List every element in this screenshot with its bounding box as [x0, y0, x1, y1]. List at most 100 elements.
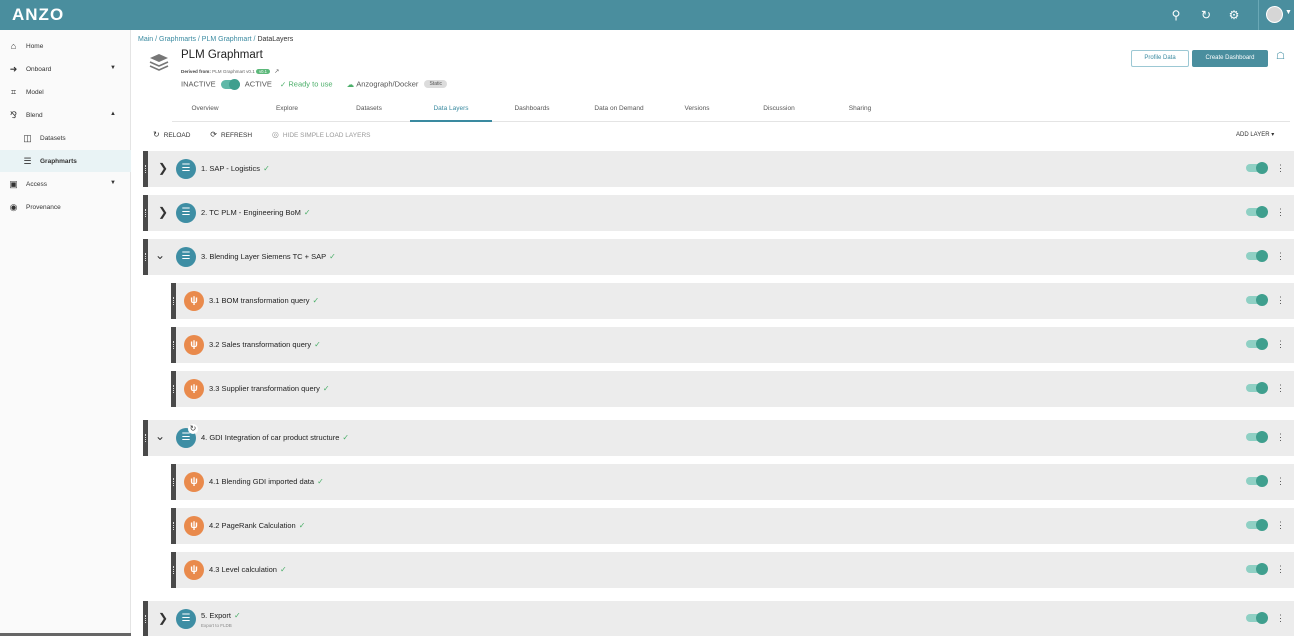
- step-toggle[interactable]: [1246, 338, 1268, 350]
- layer-toggle[interactable]: [1246, 206, 1268, 218]
- more-vert-icon[interactable]: ⋮: [1276, 206, 1285, 218]
- home-icon: ⌂: [10, 41, 17, 51]
- breadcrumb-links[interactable]: Main / Graphmarts / PLM Graphmart /: [138, 36, 257, 43]
- chevron-right-icon[interactable]: ❯: [158, 612, 168, 624]
- more-vert-icon[interactable]: ⋮: [1276, 563, 1285, 575]
- step-toggle[interactable]: [1246, 519, 1268, 531]
- more-vert-icon[interactable]: ⋮: [1276, 431, 1285, 443]
- active-toggle[interactable]: [220, 78, 240, 90]
- tab-discussion[interactable]: Discussion: [746, 98, 812, 122]
- layer-row[interactable]: ❯ ☰ 5. Export ✓ Export to FLDB ⋮: [143, 601, 1294, 636]
- drag-handle[interactable]: [171, 327, 176, 363]
- more-vert-icon[interactable]: ⋮: [1276, 475, 1285, 487]
- tab-overview[interactable]: Overview: [172, 98, 238, 122]
- sidebar-item-model[interactable]: ⌗ Model: [0, 81, 131, 103]
- anzo-logo[interactable]: ANZO: [12, 5, 64, 25]
- query-step-row[interactable]: ψ 3.2 Sales transformation query ✓ ⋮: [171, 327, 1294, 363]
- chevron-right-icon[interactable]: ❯: [158, 162, 168, 174]
- drag-handle[interactable]: [171, 508, 176, 544]
- query-step-row[interactable]: ψ 3.1 BOM transformation query ✓ ⋮: [171, 283, 1294, 319]
- drag-handle[interactable]: [143, 195, 148, 231]
- sidebar-item-blend[interactable]: ⅋ Blend ▲: [0, 104, 131, 126]
- more-vert-icon[interactable]: ⋮: [1276, 382, 1285, 394]
- layer-row[interactable]: ⌄ ☰ 3. Blending Layer Siemens TC + SAP ✓ …: [143, 239, 1294, 275]
- drag-handle[interactable]: [143, 601, 148, 636]
- refresh-button[interactable]: ⟳ REFRESH: [210, 130, 252, 139]
- drag-handle[interactable]: [171, 552, 176, 588]
- more-vert-icon[interactable]: ⋮: [1276, 250, 1285, 262]
- sidebar-item-datasets[interactable]: ◫ Datasets: [0, 127, 131, 149]
- query-icon: ψ: [184, 379, 204, 399]
- derived-value[interactable]: PLM Graphmart v0.1: [212, 69, 255, 74]
- step-toggle[interactable]: [1246, 294, 1268, 306]
- history-icon[interactable]: ↻: [1197, 6, 1215, 24]
- drag-handle[interactable]: [171, 371, 176, 407]
- sidebar-item-graphmarts[interactable]: ☰ Graphmarts: [0, 150, 131, 172]
- more-vert-icon[interactable]: ⋮: [1276, 162, 1285, 174]
- tab-explore[interactable]: Explore: [254, 98, 320, 122]
- drag-handle[interactable]: [143, 239, 148, 275]
- check-circle-icon: ✓: [312, 296, 320, 305]
- layer-toggle[interactable]: [1246, 431, 1268, 443]
- access-icon: ▣: [9, 179, 18, 189]
- tab-dashboards[interactable]: Dashboards: [499, 98, 565, 122]
- refresh-icon: ⟳: [210, 130, 217, 139]
- chevron-down-icon: ▼: [110, 180, 116, 186]
- sidebar-item-onboard[interactable]: ➜ Onboard ▼: [0, 58, 131, 80]
- add-layer-button[interactable]: ADD LAYER ▾: [1236, 131, 1274, 138]
- sidebar-item-provenance[interactable]: ◉ Provenance: [0, 196, 131, 218]
- tab-datasets[interactable]: Datasets: [336, 98, 402, 122]
- layer-row[interactable]: ❯ ☰ 1. SAP - Logistics ✓ ⋮: [143, 151, 1294, 187]
- gear-icon[interactable]: ⚙: [1225, 6, 1243, 24]
- layer-toggle[interactable]: [1246, 250, 1268, 262]
- create-dashboard-button[interactable]: Create Dashboard: [1192, 50, 1268, 67]
- derived-label: Derived from:: [181, 69, 211, 74]
- drag-handle[interactable]: [143, 151, 148, 187]
- hide-simple-load-layers-button[interactable]: ◎ HIDE SIMPLE LOAD LAYERS: [272, 130, 371, 139]
- bookmark-icon[interactable]: ☖: [1276, 51, 1285, 62]
- sidebar-item-access[interactable]: ▣ Access ▼: [0, 173, 131, 195]
- chevron-down-icon[interactable]: ⌄: [155, 430, 165, 442]
- check-circle-icon: ✓: [317, 477, 324, 486]
- tab-sharing[interactable]: Sharing: [827, 98, 893, 122]
- query-step-row[interactable]: ψ 4.3 Level calculation ✓ ⋮: [171, 552, 1294, 588]
- more-vert-icon[interactable]: ⋮: [1276, 294, 1285, 306]
- top-app-bar: ANZO ⚲ ↻ ⚙ ▼: [0, 0, 1294, 30]
- reload-button[interactable]: ↻ RELOAD: [153, 130, 190, 139]
- drag-handle[interactable]: [143, 420, 148, 456]
- layer-toggle[interactable]: [1246, 162, 1268, 174]
- tab-data-on-demand[interactable]: Data on Demand: [579, 98, 659, 122]
- step-toggle[interactable]: [1246, 563, 1268, 575]
- external-link-icon[interactable]: ↗: [274, 68, 279, 75]
- layer-name: 3. Blending Layer Siemens TC + SAP ✓: [201, 252, 336, 261]
- query-step-row[interactable]: ψ 3.3 Supplier transformation query ✓ ⋮: [171, 371, 1294, 407]
- more-vert-icon[interactable]: ⋮: [1276, 612, 1285, 624]
- derived-from: Derived from: PLM Graphmart v0.1 v0.1 ↗: [181, 68, 279, 75]
- layer-toggle[interactable]: [1246, 612, 1268, 624]
- provenance-icon: ◉: [9, 202, 18, 212]
- check-circle-icon: ✓: [329, 252, 336, 261]
- tab-data-layers[interactable]: Data Layers: [410, 98, 492, 122]
- layer-row[interactable]: ❯ ☰ 2. TC PLM - Engineering BoM ✓ ⋮: [143, 195, 1294, 231]
- user-menu[interactable]: ▼: [1258, 0, 1294, 30]
- tab-versions[interactable]: Versions: [664, 98, 730, 122]
- drag-handle[interactable]: [171, 464, 176, 500]
- avatar[interactable]: [1266, 6, 1283, 23]
- sidebar-item-home[interactable]: ⌂ Home: [0, 35, 131, 57]
- drag-handle[interactable]: [171, 283, 176, 319]
- mode-badge: Static: [424, 80, 447, 89]
- chevron-down-icon[interactable]: ⌄: [155, 249, 165, 261]
- chevron-up-icon: ▲: [110, 111, 116, 117]
- blend-icon: ⅋: [9, 110, 18, 120]
- more-vert-icon[interactable]: ⋮: [1276, 338, 1285, 350]
- profile-data-button[interactable]: Profile Data: [1131, 50, 1189, 67]
- layer-row[interactable]: ⌄ ☰ ↻ 4. GDI Integration of car product …: [143, 420, 1294, 456]
- query-step-row[interactable]: ψ 4.2 PageRank Calculation ✓ ⋮: [171, 508, 1294, 544]
- step-toggle[interactable]: [1246, 382, 1268, 394]
- chevron-right-icon[interactable]: ❯: [158, 206, 168, 218]
- step-toggle[interactable]: [1246, 475, 1268, 487]
- query-step-row[interactable]: ψ 4.1 Blending GDI imported data ✓ ⋮: [171, 464, 1294, 500]
- more-vert-icon[interactable]: ⋮: [1276, 519, 1285, 531]
- breadcrumb-current: DataLayers: [257, 36, 294, 43]
- search-icon[interactable]: ⚲: [1167, 6, 1185, 24]
